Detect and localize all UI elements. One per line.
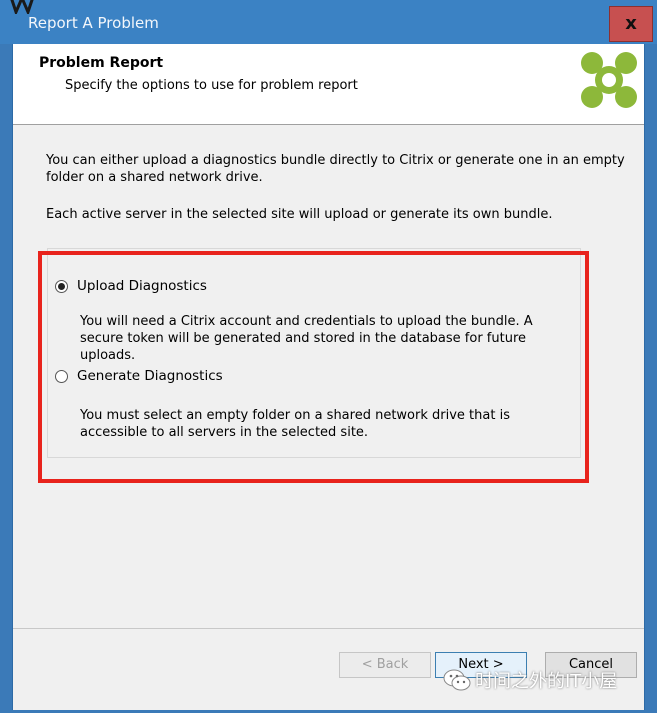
title-bar: Report A Problem x <box>0 0 657 44</box>
footer-divider <box>13 628 644 629</box>
page-title: Problem Report <box>39 55 164 71</box>
back-button[interactable]: < Back <box>339 652 431 678</box>
intro-text: You can either upload a diagnostics bund… <box>46 153 625 185</box>
radio-selected-icon[interactable] <box>55 279 68 293</box>
wechat-icon <box>443 669 471 691</box>
radio-unselected-icon[interactable] <box>55 369 68 383</box>
app-icon <box>10 0 34 14</box>
close-button[interactable]: x <box>609 6 653 42</box>
upload-diagnostics-radio[interactable]: Upload Diagnostics <box>55 278 207 294</box>
generate-diagnostics-description: You must select an empty folder on a sha… <box>80 408 510 440</box>
intro-note: Each active server in the selected site … <box>46 207 553 222</box>
page-subtitle: Specify the options to use for problem r… <box>65 78 358 93</box>
generate-diagnostics-radio[interactable]: Generate Diagnostics <box>55 368 223 384</box>
generate-diagnostics-label[interactable]: Generate Diagnostics <box>77 368 223 384</box>
wizard-header: Problem Report Specify the options to us… <box>13 44 644 125</box>
upload-diagnostics-label[interactable]: Upload Diagnostics <box>77 278 207 294</box>
window-title: Report A Problem <box>28 14 159 32</box>
watermark-text: 时间之外的IT小屋 <box>475 671 618 692</box>
watermark: 时间之外的IT小屋 <box>443 660 653 700</box>
upload-diagnostics-description: You will need a Citrix account and crede… <box>80 314 533 363</box>
dialog-body: Problem Report Specify the options to us… <box>12 44 645 710</box>
citrix-logo <box>581 52 637 108</box>
